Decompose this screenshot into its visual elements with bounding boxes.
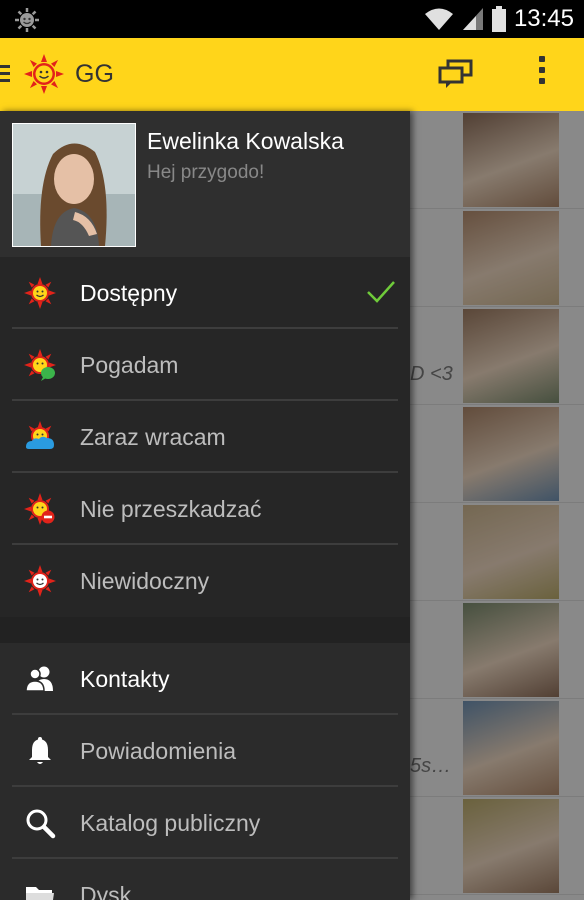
status-option-away[interactable]: Zaraz wracam [0,401,410,473]
status-chat-icon [24,349,56,381]
app-title: GG [75,60,114,88]
status-option-label: Pogadam [80,352,179,378]
conversations-icon[interactable] [438,58,474,90]
status-dnd-icon [24,493,55,525]
clock: 13:45 [513,5,574,32]
signal-icon [462,8,483,30]
status-away-icon [26,421,54,449]
nav-item-notifications[interactable]: Powiadomienia [0,715,410,787]
wifi-icon [424,8,453,30]
status-option-chat[interactable]: Pogadam [0,329,410,401]
status-option-label: Niewidoczny [80,568,210,594]
profile-status-message: Hej przygodo! [147,162,265,183]
status-option-label: Dostępny [80,280,178,306]
status-options-list: Dostępny Pogadam Zaraz wracam Nie przesz… [0,257,410,617]
nav-item-label: Dysk [80,882,132,900]
status-option-label: Zaraz wracam [80,424,226,450]
hamburger-icon[interactable] [0,65,10,83]
profile-name: Ewelinka Kowalska [147,128,344,154]
contacts-icon [25,666,53,692]
nav-item-drive[interactable]: Dysk [0,859,410,900]
navigation-drawer: Ewelinka Kowalska Hej przygodo! Dostępny [0,111,410,900]
status-option-label: Nie przeszkadzać [80,496,262,522]
status-available-icon [24,277,56,309]
nav-item-public-directory[interactable]: Katalog publiczny [0,787,410,859]
app-bar: GG [0,38,584,111]
status-bar: 13:45 [0,0,584,38]
nav-item-contacts[interactable]: Kontakty [0,643,410,715]
bell-icon [29,737,51,764]
status-option-invisible[interactable]: Niewidoczny [0,545,410,617]
nav-item-label: Katalog publiczny [80,810,261,836]
section-separator [0,617,410,643]
profile-header[interactable]: Ewelinka Kowalska Hej przygodo! [0,111,410,257]
checkmark-icon [367,281,395,303]
status-option-available[interactable]: Dostępny [0,257,410,329]
status-option-dnd[interactable]: Nie przeszkadzać [0,473,410,545]
nav-item-label: Powiadomienia [80,738,236,764]
gg-notification-icon [15,8,39,32]
battery-icon [491,6,506,32]
drawer-nav-list: Kontakty Powiadomienia Katalog publiczny [0,643,410,900]
folder-icon [26,887,54,900]
profile-avatar[interactable] [12,123,136,247]
overflow-menu-icon[interactable] [530,56,554,92]
gg-sun-logo[interactable] [24,54,64,94]
search-icon [26,809,56,839]
nav-item-label: Kontakty [80,666,170,692]
status-invisible-icon [24,565,56,597]
